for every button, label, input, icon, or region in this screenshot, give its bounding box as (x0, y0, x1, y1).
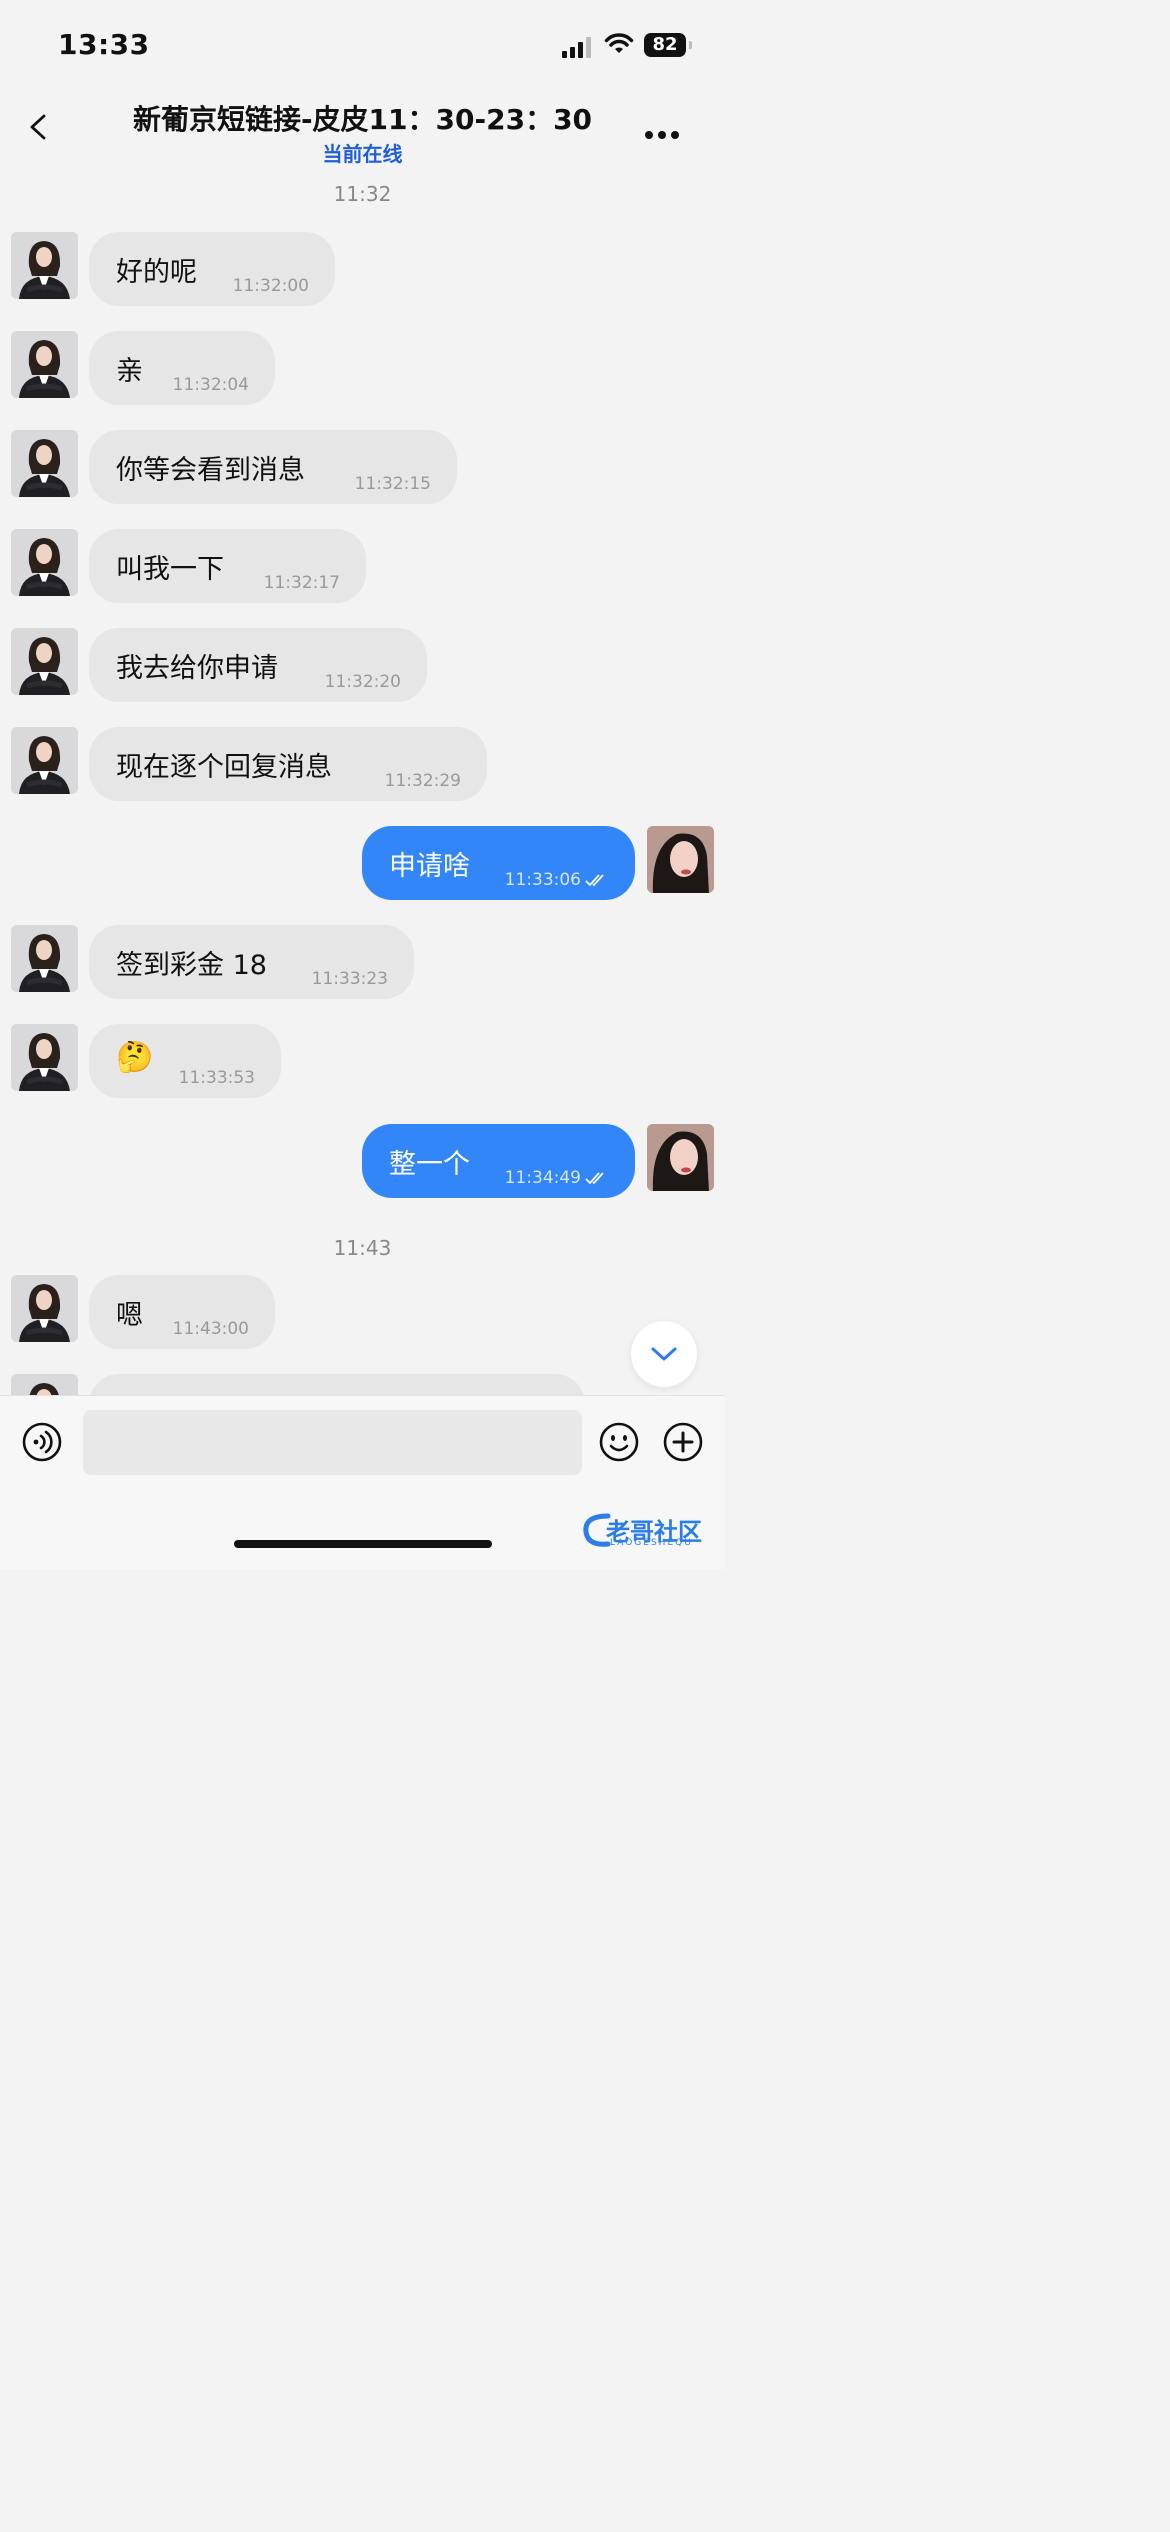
message-row: 现在逐个回复消息 11:32:29 (0, 727, 725, 801)
contact-avatar[interactable] (11, 727, 78, 794)
contact-avatar[interactable] (11, 925, 78, 992)
message-timestamp: 11:32:20 (324, 672, 401, 692)
read-receipt-icon (585, 874, 604, 887)
message-row (0, 1374, 725, 1395)
message-row: 亲 11:32:04 (0, 331, 725, 405)
plus-icon[interactable] (663, 1422, 703, 1462)
incoming-message-bubble[interactable]: 好的呢 11:32:00 (89, 232, 335, 306)
my-avatar[interactable] (647, 1124, 714, 1191)
outgoing-message-bubble[interactable]: 申请啥 11:33:06 (362, 826, 635, 900)
message-row: 嗯 11:43:00 (0, 1275, 725, 1349)
message-text: 亲 (116, 356, 143, 387)
message-timestamp: 11:43:00 (172, 1319, 249, 1339)
signal-icon (562, 36, 594, 58)
contact-avatar[interactable] (11, 628, 78, 695)
message-row: 我去给你申请 11:32:20 (0, 628, 725, 702)
incoming-message-bubble[interactable]: 现在逐个回复消息 11:32:29 (89, 727, 487, 801)
message-timestamp: 11:33:23 (311, 969, 388, 989)
emoji-icon[interactable] (599, 1422, 639, 1462)
message-text: 签到彩金 18 (116, 950, 267, 981)
battery-icon: 82 (644, 33, 692, 57)
thinking-emoji-icon: 🤔 (116, 1040, 154, 1075)
message-row: 申请啥 11:33:06 (0, 826, 725, 900)
message-timestamp: 11:32:15 (354, 474, 431, 494)
chat-header: 新葡京短链接-皮皮11：30-23：30 当前在线 (0, 90, 725, 170)
status-bar: 13:33 82 (0, 0, 725, 90)
chat-title: 新葡京短链接-皮皮11：30-23：30 (132, 103, 593, 136)
message-timestamp: 11:34:49 (504, 1168, 581, 1188)
contact-avatar[interactable] (11, 1374, 78, 1395)
message-timestamp: 11:32:04 (172, 375, 249, 395)
message-timestamp: 11:32:29 (384, 771, 461, 791)
more-options-icon[interactable] (645, 124, 684, 143)
watermark-subtext: LAOGESHEQU (610, 1538, 693, 1548)
wifi-icon (604, 33, 634, 53)
message-row: 好的呢 11:32:00 (0, 232, 725, 306)
message-timestamp: 11:33:06 (504, 870, 581, 890)
incoming-message-bubble[interactable]: 你等会看到消息 11:32:15 (89, 430, 457, 504)
message-timestamp: 11:32:17 (263, 573, 340, 593)
watermark-logo: 老哥社区 LAOGESHEQU (578, 1508, 718, 1552)
incoming-message-bubble[interactable]: 亲 11:32:04 (89, 331, 275, 405)
message-timestamp: 11:33:53 (178, 1068, 255, 1088)
time-divider: 11:43 (333, 1236, 392, 1260)
incoming-message-bubble[interactable]: 🤔 11:33:53 (89, 1024, 281, 1098)
message-text: 叫我一下 (116, 554, 224, 585)
incoming-message-bubble[interactable] (89, 1374, 585, 1395)
message-text: 你等会看到消息 (116, 455, 305, 486)
message-row: 叫我一下 11:32:17 (0, 529, 725, 603)
contact-avatar[interactable] (11, 1024, 78, 1091)
contact-avatar[interactable] (11, 529, 78, 596)
input-bar: 老哥社区 LAOGESHEQU (0, 1395, 725, 1569)
my-avatar[interactable] (647, 826, 714, 893)
message-row: 整一个 11:34:49 (0, 1124, 725, 1198)
voice-input-icon[interactable] (22, 1422, 62, 1462)
message-input[interactable] (83, 1410, 582, 1475)
message-text: 好的呢 (116, 257, 197, 288)
message-row: 🤔 11:33:53 (0, 1024, 725, 1098)
scroll-to-bottom-button[interactable] (631, 1321, 697, 1387)
contact-avatar[interactable] (11, 331, 78, 398)
read-receipt-icon (585, 1172, 604, 1185)
incoming-message-bubble[interactable]: 嗯 11:43:00 (89, 1275, 275, 1349)
contact-avatar[interactable] (11, 1275, 78, 1342)
incoming-message-bubble[interactable]: 我去给你申请 11:32:20 (89, 628, 427, 702)
message-list[interactable]: 11:32 11:43 好的呢 11:32:00 亲 11:32:04 你等会看到消息 11:… (0, 170, 725, 1395)
message-row: 签到彩金 18 11:33:23 (0, 925, 725, 999)
contact-avatar[interactable] (11, 430, 78, 497)
time-divider: 11:32 (333, 182, 392, 206)
incoming-message-bubble[interactable]: 叫我一下 11:32:17 (89, 529, 366, 603)
message-timestamp: 11:32:00 (232, 276, 309, 296)
message-text: 嗯 (116, 1300, 143, 1331)
chevron-down-icon (651, 1347, 677, 1361)
message-row: 你等会看到消息 11:32:15 (0, 430, 725, 504)
online-status: 当前在线 (322, 142, 403, 166)
outgoing-message-bubble[interactable]: 整一个 11:34:49 (362, 1124, 635, 1198)
incoming-message-bubble[interactable]: 签到彩金 18 11:33:23 (89, 925, 414, 999)
home-indicator[interactable] (234, 1540, 492, 1548)
message-text: 申请啥 (389, 851, 470, 882)
status-time: 13:33 (58, 28, 150, 61)
message-text: 我去给你申请 (116, 653, 278, 684)
contact-avatar[interactable] (11, 232, 78, 299)
message-text: 整一个 (389, 1149, 470, 1180)
message-text: 现在逐个回复消息 (116, 752, 332, 783)
